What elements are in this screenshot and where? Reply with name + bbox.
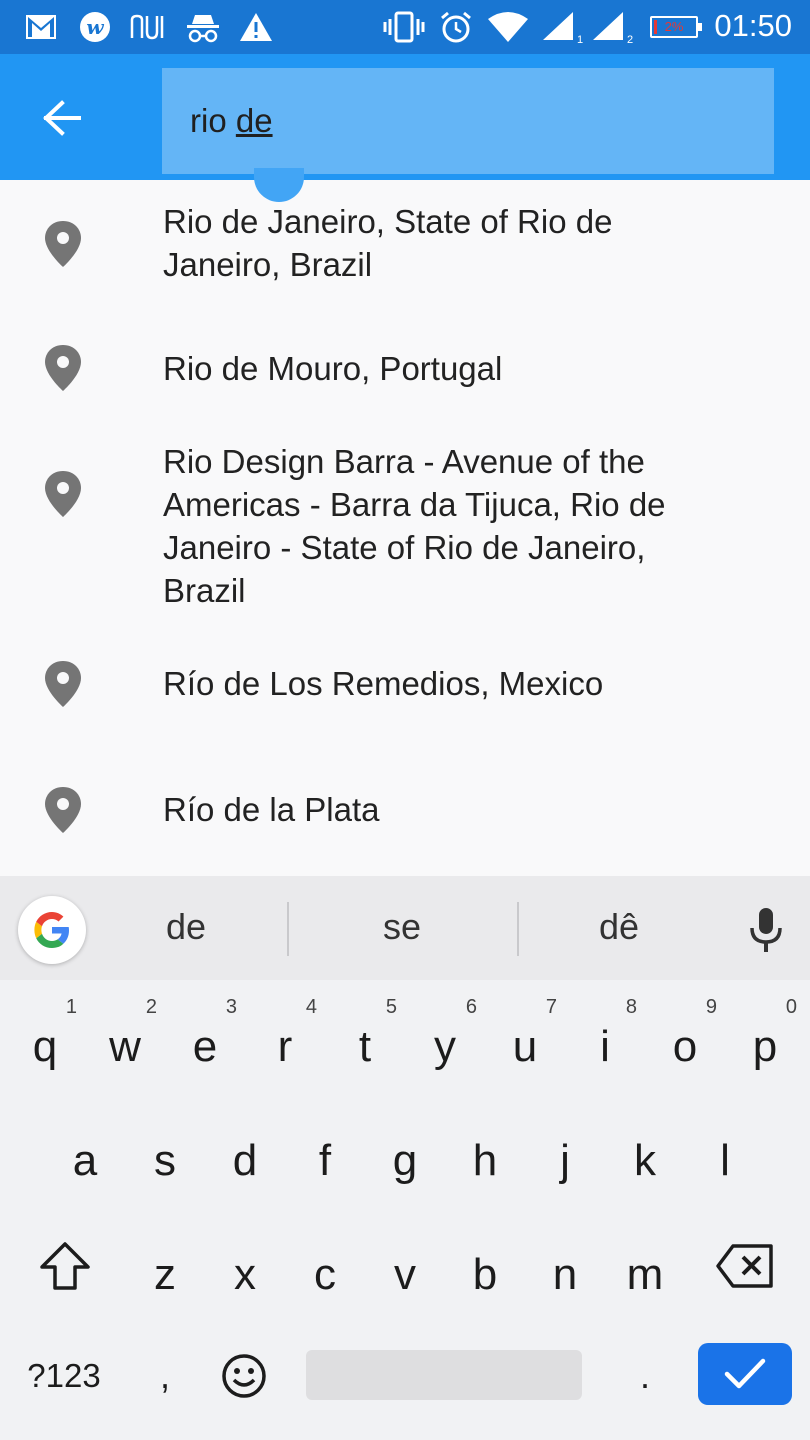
key-s[interactable]: s	[125, 1102, 205, 1212]
key-u[interactable]: u7	[485, 988, 565, 1098]
wifi-icon	[486, 10, 530, 44]
period-key[interactable]: .	[620, 1346, 670, 1406]
suggestion-1[interactable]: de	[86, 906, 286, 948]
result-label: Río de Los Remedios, Mexico	[163, 665, 604, 702]
key-r[interactable]: r4	[245, 988, 325, 1098]
key-z[interactable]: z	[125, 1216, 205, 1326]
result-label: Rio Design Barra - Avenue of the Americas…	[163, 443, 666, 609]
key-t[interactable]: t5	[325, 988, 405, 1098]
space-key[interactable]	[306, 1350, 582, 1400]
signal-1-icon: 1	[540, 10, 586, 44]
result-label: Rio de Janeiro, State of Rio de Janeiro, …	[163, 203, 613, 283]
key-j[interactable]: j	[525, 1102, 605, 1212]
backspace-icon	[716, 1244, 773, 1288]
search-input[interactable]: rio de	[162, 68, 774, 174]
emoji-icon	[222, 1354, 266, 1398]
key-h[interactable]: h	[445, 1102, 525, 1212]
keyboard: de se dê q1 w2 e3 r4 t5 y6 u7 i8 o9 p0 a…	[0, 876, 810, 1440]
search-query: rio de	[190, 102, 273, 140]
location-pin-icon	[45, 661, 81, 707]
comma-key[interactable]: ,	[140, 1346, 190, 1406]
emoji-key[interactable]	[214, 1346, 274, 1406]
key-w[interactable]: w2	[85, 988, 165, 1098]
search-query-composing: de	[235, 102, 273, 139]
microphone-icon[interactable]	[746, 906, 786, 954]
alarm-icon	[438, 10, 474, 44]
key-e[interactable]: e3	[165, 988, 245, 1098]
key-m[interactable]: m	[605, 1216, 685, 1326]
location-pin-icon	[45, 471, 81, 517]
back-button[interactable]	[24, 80, 100, 156]
key-d[interactable]: d	[205, 1102, 285, 1212]
status-bar: w 1 2 2% 01:50	[0, 0, 810, 54]
shift-icon	[40, 1242, 90, 1290]
app-bar: rio de	[0, 54, 810, 180]
shift-key[interactable]	[18, 1216, 112, 1316]
key-c[interactable]: c	[285, 1216, 365, 1326]
enter-button[interactable]	[698, 1343, 792, 1405]
key-n[interactable]: n	[525, 1216, 605, 1326]
list-item[interactable]: Río de Los Remedios, Mexico	[0, 616, 810, 744]
result-label: Rio de Mouro, Portugal	[163, 350, 503, 387]
key-q[interactable]: q1	[5, 988, 85, 1098]
google-g-icon	[34, 912, 69, 948]
vibrate-icon	[382, 10, 426, 44]
gmail-icon	[24, 10, 58, 44]
list-item[interactable]: Rio de Janeiro, State of Rio de Janeiro, …	[0, 180, 810, 306]
location-pin-icon	[45, 221, 81, 267]
arrow-back-icon	[43, 100, 81, 136]
search-query-prefix: rio	[190, 102, 236, 139]
key-b[interactable]: b	[445, 1216, 525, 1326]
suggestion-2[interactable]: se	[302, 906, 502, 948]
svg-text:w: w	[86, 15, 104, 39]
warning-icon	[238, 10, 274, 44]
clock: 01:50	[714, 8, 792, 43]
location-pin-icon	[45, 787, 81, 833]
key-y[interactable]: y6	[405, 988, 485, 1098]
symbols-key[interactable]: ?123	[14, 1346, 114, 1406]
nu-app-icon	[128, 10, 170, 44]
incognito-icon	[184, 10, 222, 44]
location-pin-icon	[45, 345, 81, 391]
svg-text:1: 1	[577, 34, 583, 44]
key-g[interactable]: g	[365, 1102, 445, 1212]
list-item[interactable]: Rio Design Barra - Avenue of the Americas…	[0, 432, 810, 616]
battery-icon: 2%	[648, 10, 702, 44]
list-item[interactable]: Río de la Plata	[0, 744, 810, 874]
signal-2-icon: 2	[590, 10, 636, 44]
w-app-icon: w	[78, 10, 112, 44]
suggestion-bar: de se dê	[0, 876, 810, 980]
checkmark-icon	[724, 1358, 766, 1389]
key-k[interactable]: k	[605, 1102, 685, 1212]
result-label: Río de la Plata	[163, 791, 380, 828]
key-v[interactable]: v	[365, 1216, 445, 1326]
key-p[interactable]: p0	[725, 988, 805, 1098]
key-f[interactable]: f	[285, 1102, 365, 1212]
backspace-key[interactable]	[698, 1216, 792, 1316]
svg-text:2: 2	[627, 34, 633, 44]
suggestion-3[interactable]: dê	[519, 906, 719, 948]
key-x[interactable]: x	[205, 1216, 285, 1326]
key-o[interactable]: o9	[645, 988, 725, 1098]
google-button[interactable]	[18, 896, 86, 964]
results-list: Rio de Janeiro, State of Rio de Janeiro, …	[0, 180, 810, 876]
key-i[interactable]: i8	[565, 988, 645, 1098]
key-a[interactable]: a	[45, 1102, 125, 1212]
battery-percent: 2%	[664, 19, 684, 34]
list-item[interactable]: Rio de Mouro, Portugal	[0, 306, 810, 432]
key-l[interactable]: l	[685, 1102, 765, 1212]
suggestion-divider	[287, 902, 289, 956]
